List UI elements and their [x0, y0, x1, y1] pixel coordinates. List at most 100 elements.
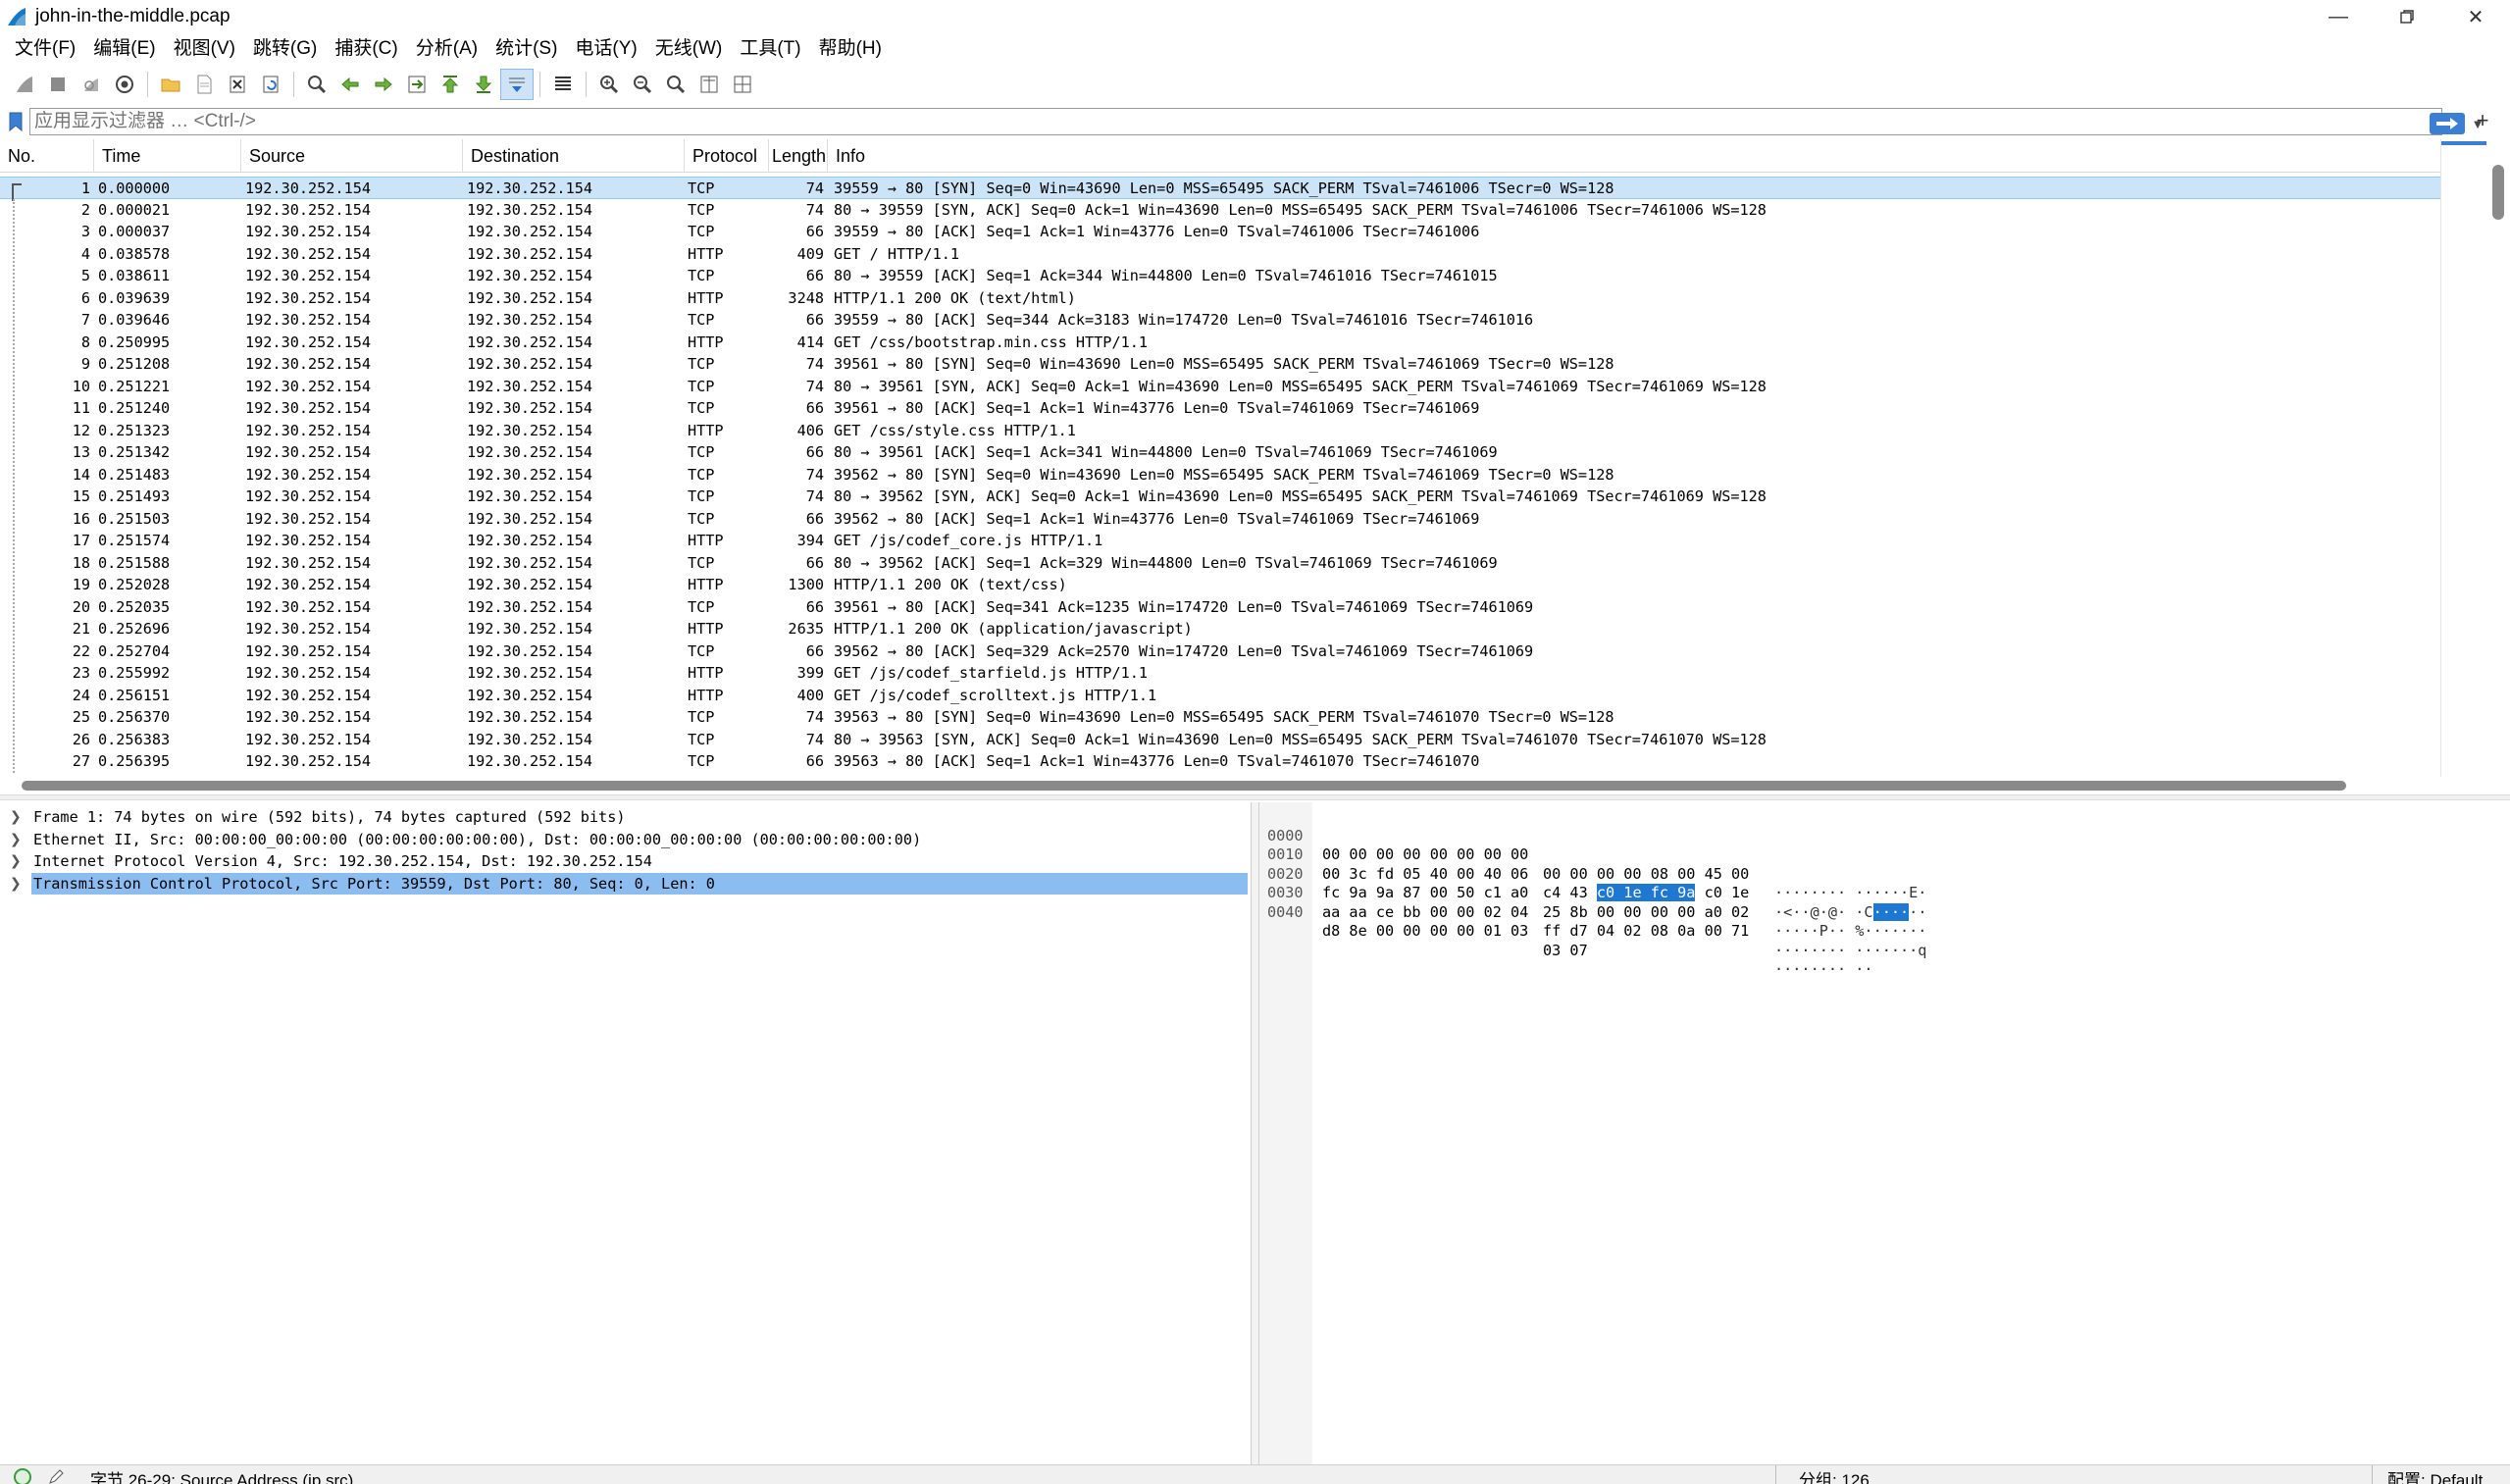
go-back-icon[interactable]: [333, 69, 367, 100]
column-time[interactable]: Time: [94, 139, 241, 173]
detail-row-ethernet[interactable]: ❯ Ethernet II, Src: 00:00:00_00:00:00 (0…: [0, 829, 1251, 851]
bytes-row[interactable]: 0010 00 3c fd 05 40 00 40 06 c4 43 c0 1e…: [1259, 827, 1926, 921]
packet-row[interactable]: 13 0.251342 192.30.252.154 192.30.252.154 TC…: [0, 441, 2440, 464]
packet-row[interactable]: 7 0.039646 192.30.252.154 192.30.252.154 TCP…: [0, 309, 2440, 332]
bytes-row[interactable]: 0040 d8 8e 00 00 00 00 01 03 03 07 ·····…: [1259, 884, 1873, 979]
go-to-packet-icon[interactable]: [400, 69, 434, 100]
bytes-row[interactable]: 0030 aa aa ce bb 00 00 02 04 ff d7 04 02…: [1259, 865, 1926, 959]
detail-row-ip[interactable]: ❯ Internet Protocol Version 4, Src: 192.…: [0, 850, 1251, 873]
go-forward-icon[interactable]: [367, 69, 400, 100]
scrollbar-thumb[interactable]: [2492, 165, 2504, 220]
packet-cell-len: 74: [805, 179, 824, 197]
menu-edit[interactable]: 编辑(E): [84, 33, 164, 65]
packet-list-scrollbar[interactable]: [2440, 139, 2510, 777]
packet-row[interactable]: 2 0.000021 192.30.252.154 192.30.252.154 TCP…: [0, 199, 2440, 222]
autoscroll-icon[interactable]: [500, 69, 534, 100]
packet-row[interactable]: 23 0.255992 192.30.252.154 192.30.252.154 HT…: [0, 662, 2440, 685]
packet-cell-src: 192.30.252.154: [245, 267, 372, 284]
column-destination[interactable]: Destination: [463, 139, 685, 173]
packet-list-hscrollbar[interactable]: [0, 777, 2440, 793]
detail-row-tcp[interactable]: ❯ Transmission Control Protocol, Src Por…: [0, 872, 1251, 896]
packet-row[interactable]: 27 0.256395 192.30.252.154 192.30.252.154 TC…: [0, 750, 2440, 773]
menu-view[interactable]: 视图(V): [165, 33, 244, 65]
zoom-in-icon[interactable]: [592, 69, 626, 100]
go-last-packet-icon[interactable]: [467, 69, 500, 100]
menu-file[interactable]: 文件(F): [6, 33, 84, 65]
packet-row[interactable]: 14 0.251483 192.30.252.154 192.30.252.154 TC…: [0, 464, 2440, 486]
column-length[interactable]: Length: [763, 139, 828, 173]
bytes-row[interactable]: 0000 00 00 00 00 00 00 00 00 00 00 00 00…: [1259, 807, 1926, 902]
restart-capture-icon[interactable]: [75, 69, 108, 100]
find-packet-icon[interactable]: [300, 69, 333, 100]
reload-file-icon[interactable]: [254, 69, 287, 100]
packet-cell-dst: 192.30.252.154: [467, 443, 593, 461]
chevron-right-icon[interactable]: ❯: [10, 873, 24, 896]
packet-row[interactable]: 16 0.251503 192.30.252.154 192.30.252.154 TC…: [0, 508, 2440, 531]
packet-row[interactable]: 11 0.251240 192.30.252.154 192.30.252.154 TC…: [0, 397, 2440, 420]
menu-help[interactable]: 帮助(H): [810, 33, 891, 65]
packet-row[interactable]: 12 0.251323 192.30.252.154 192.30.252.154 HT…: [0, 420, 2440, 442]
edit-comment-icon[interactable]: [47, 1468, 65, 1484]
packet-row[interactable]: 20 0.252035 192.30.252.154 192.30.252.154 TC…: [0, 596, 2440, 619]
packet-row[interactable]: 8 0.250995 192.30.252.154 192.30.252.154 HTT…: [0, 332, 2440, 354]
column-source[interactable]: Source: [241, 139, 463, 173]
expert-info-icon[interactable]: [14, 1468, 31, 1484]
pane-splitter[interactable]: [0, 794, 2510, 800]
packet-row[interactable]: 6 0.039639 192.30.252.154 192.30.252.154 HTT…: [0, 287, 2440, 310]
packet-row[interactable]: 24 0.256151 192.30.252.154 192.30.252.154 HT…: [0, 685, 2440, 707]
packet-row[interactable]: 19 0.252028 192.30.252.154 192.30.252.154 HT…: [0, 574, 2440, 596]
pane-splitter-vertical[interactable]: [1252, 802, 1259, 1464]
packet-row[interactable]: 4 0.038578 192.30.252.154 192.30.252.154 HTT…: [0, 243, 2440, 266]
packet-cell-src: 192.30.252.154: [245, 421, 372, 439]
detail-row-frame[interactable]: ❯ Frame 1: 74 bytes on wire (592 bits), …: [0, 806, 1251, 829]
stop-capture-icon[interactable]: [41, 69, 75, 100]
colorize-icon[interactable]: [546, 69, 580, 100]
capture-options-icon[interactable]: [108, 69, 141, 100]
bytes-row[interactable]: 0020 fc 9a 9a 87 00 50 c1 a0 25 8b 00 00…: [1259, 845, 1926, 941]
column-protocol[interactable]: Protocol: [685, 139, 769, 173]
column-info[interactable]: Info: [828, 139, 2440, 173]
packet-row[interactable]: 1 0.000000 192.30.252.154 192.30.252.154 TCP…: [0, 177, 2440, 201]
layout-icon[interactable]: [726, 69, 759, 100]
close-file-icon[interactable]: [221, 69, 254, 100]
go-first-packet-icon[interactable]: [434, 69, 467, 100]
packet-row[interactable]: 22 0.252704 192.30.252.154 192.30.252.154 TC…: [0, 640, 2440, 663]
packet-row[interactable]: 9 0.251208 192.30.252.154 192.30.252.154 TCP…: [0, 353, 2440, 376]
column-no[interactable]: No.: [0, 139, 94, 173]
menu-capture[interactable]: 捕获(C): [326, 33, 406, 65]
chevron-right-icon[interactable]: ❯: [10, 806, 24, 829]
menu-statistics[interactable]: 统计(S): [487, 33, 566, 65]
packet-row[interactable]: 26 0.256383 192.30.252.154 192.30.252.154 TC…: [0, 729, 2440, 751]
menu-tools[interactable]: 工具(T): [731, 33, 809, 65]
chevron-right-icon[interactable]: ❯: [10, 850, 24, 873]
packet-row[interactable]: 18 0.251588 192.30.252.154 192.30.252.154 TC…: [0, 552, 2440, 575]
display-filter-input[interactable]: [30, 109, 2365, 134]
packet-row[interactable]: 10 0.251221 192.30.252.154 192.30.252.154 TC…: [0, 376, 2440, 398]
menu-telephony[interactable]: 电话(Y): [566, 33, 645, 65]
apply-filter-icon[interactable]: [2430, 113, 2465, 134]
display-filter-field[interactable]: ▼: [29, 108, 2484, 135]
packet-row[interactable]: 25 0.256370 192.30.252.154 192.30.252.154 TC…: [0, 706, 2440, 729]
minimize-icon[interactable]: —: [2304, 0, 2373, 33]
packet-row[interactable]: 3 0.000037 192.30.252.154 192.30.252.154 TCP…: [0, 221, 2440, 243]
packet-row[interactable]: 17 0.251574 192.30.252.154 192.30.252.154 HT…: [0, 530, 2440, 552]
resize-columns-icon[interactable]: [692, 69, 726, 100]
open-file-icon[interactable]: [154, 69, 187, 100]
start-capture-icon[interactable]: [8, 69, 41, 100]
chevron-right-icon[interactable]: ❯: [10, 829, 24, 851]
menu-wireless[interactable]: 无线(W): [646, 33, 732, 65]
menu-go[interactable]: 跳转(G): [244, 33, 326, 65]
packet-row[interactable]: 5 0.038611 192.30.252.154 192.30.252.154 TCP…: [0, 265, 2440, 287]
close-icon[interactable]: ✕: [2441, 0, 2510, 33]
restore-icon[interactable]: [2373, 0, 2441, 33]
add-filter-button[interactable]: +: [2468, 106, 2497, 135]
hscrollbar-thumb[interactable]: [22, 781, 2346, 791]
packet-row[interactable]: 21 0.252696 192.30.252.154 192.30.252.154 HT…: [0, 618, 2440, 640]
status-profile[interactable]: 配置: Default: [2387, 1466, 2483, 1484]
packet-row[interactable]: 15 0.251493 192.30.252.154 192.30.252.154 TC…: [0, 486, 2440, 508]
save-file-icon[interactable]: [187, 69, 221, 100]
menu-analyze[interactable]: 分析(A): [407, 33, 487, 65]
zoom-out-icon[interactable]: [626, 69, 659, 100]
bookmark-icon[interactable]: [4, 108, 27, 135]
normal-size-icon[interactable]: [659, 69, 692, 100]
